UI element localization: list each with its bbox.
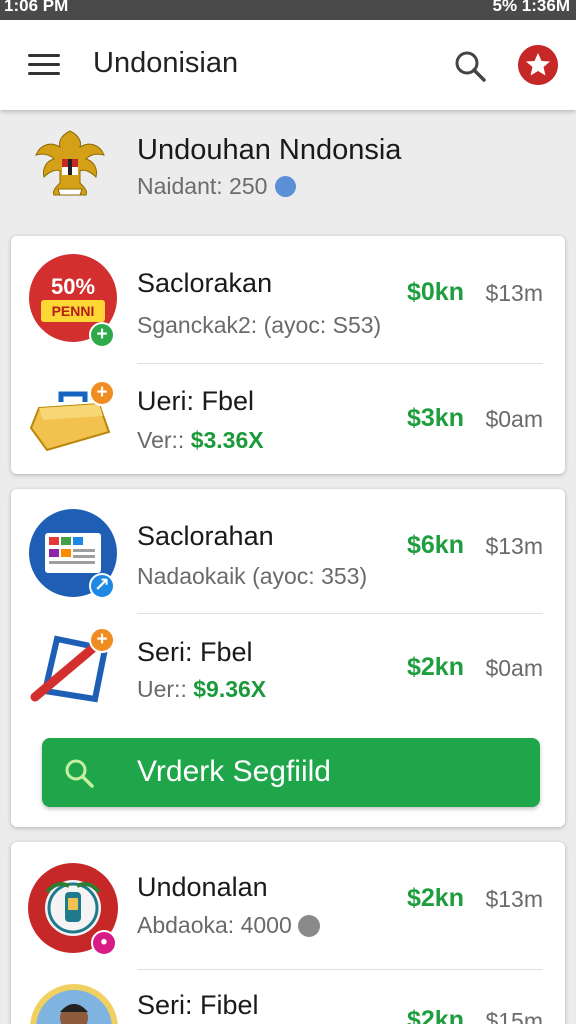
status-time: 1:06 PM [4, 0, 69, 15]
sale-ribbon-text: PENNI [52, 303, 95, 319]
plus-badge-icon: + [89, 322, 115, 348]
item-meta: $0am [485, 655, 543, 681]
search-field-button[interactable]: Vrderk Segfiild [42, 738, 540, 807]
item-subtitle-text: Abdaoka: 4000 [137, 912, 292, 938]
item-title: Saclorahan [137, 521, 274, 551]
item-title: Undonalan [137, 872, 268, 902]
search-icon [65, 759, 94, 788]
item-meta: $13m [485, 533, 543, 559]
item-card: 50% PENNI + Saclorakan Sganckak2: (ayoc:… [11, 236, 565, 474]
item-subtitle: Uer:: $9.36X [137, 676, 266, 703]
item-meta: $0am [485, 406, 543, 432]
item-title: Saclorakan [137, 268, 273, 298]
item-price: $0kn [407, 278, 464, 306]
item-card: ↗ Saclorahan Nadaokaik (ayoc: 353) $6kn … [11, 489, 565, 827]
status-indicators: 5% 1:36M [492, 0, 570, 15]
item-meta: $13m [485, 886, 543, 912]
item-subtitle-prefix: Uer:: [137, 676, 187, 702]
sale-icon-text: 50% [51, 274, 95, 299]
item-card: • Undonalan Abdaoka: 4000 $2kn $13m Seri… [11, 842, 565, 1024]
item-price: $2kn [407, 653, 464, 681]
item-subtitle-prefix: Ver:: [137, 427, 185, 453]
wrench-icon [298, 915, 321, 937]
profile-name: Undouhan Nndonsia [137, 134, 402, 166]
favorite-star-icon[interactable] [518, 45, 558, 85]
item-meta: $15m [485, 1008, 543, 1024]
item-title: Seri: Fbel [137, 637, 253, 667]
link-badge-icon: ↗ [89, 573, 115, 599]
item-price: $6kn [407, 531, 464, 559]
plus-badge-icon: + [89, 627, 115, 653]
profile-header: Undouhan Nndonsia Naidant: 250 [0, 110, 576, 230]
status-bar: 1:06 PM 5% 1:36M [0, 0, 576, 20]
item-price: $3kn [407, 404, 464, 432]
profile-subtitle: Naidant: 250 [137, 173, 297, 200]
item-subtitle: Nadaokaik (ayoc: 353) [137, 563, 368, 589]
item-subtitle: Sganckak2: (ayoc: S53) [137, 312, 382, 338]
person-photo-icon [30, 984, 118, 1024]
divider [137, 969, 543, 970]
item-price: $2kn [407, 884, 464, 912]
item-price: $2kn [407, 1006, 464, 1024]
menu-icon[interactable] [28, 52, 60, 78]
app-bar: Undonisian [0, 20, 576, 110]
plus-badge-icon: + [89, 380, 115, 406]
item-subtitle: Abdaoka: 4000 [137, 912, 321, 939]
pink-badge-icon: • [91, 930, 117, 956]
search-field-label: Vrderk Segfiild [137, 755, 331, 788]
item-title: Ueri: Fbel [137, 386, 255, 416]
item-title: Seri: Fibel [137, 990, 259, 1020]
garuda-emblem-icon [35, 130, 105, 196]
search-icon[interactable] [452, 48, 488, 84]
divider [137, 613, 543, 614]
item-subtitle: Ver:: $3.36X [137, 427, 264, 454]
app-title: Undonisian [93, 47, 239, 79]
item-subtitle-value: $3.36X [190, 427, 264, 453]
verified-icon [275, 176, 297, 197]
item-meta: $13m [485, 280, 543, 306]
profile-subtitle-text: Naidant: 250 [137, 173, 268, 199]
divider [137, 363, 543, 364]
item-subtitle-value: $9.36X [193, 676, 267, 702]
